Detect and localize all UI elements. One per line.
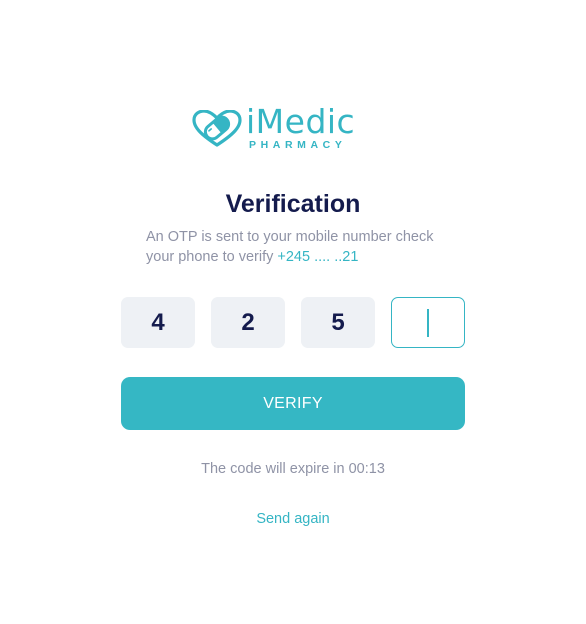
app-logo: iMedic PHARMACY [192, 102, 356, 151]
expiry-countdown: The code will expire in 00:13 [201, 461, 385, 477]
text-cursor [427, 308, 429, 337]
send-again-link[interactable]: Send again [0, 511, 586, 527]
otp-digit-3[interactable]: 5 [301, 297, 375, 348]
verify-button[interactable]: VERIFY [121, 377, 465, 430]
otp-description: An OTP is sent to your mobile number che… [146, 228, 456, 267]
otp-digit-1[interactable]: 4 [121, 297, 195, 348]
otp-input-group: 4 2 5 [121, 297, 465, 348]
heart-pill-logo-icon [192, 109, 242, 147]
brand-tagline: PHARMACY [249, 139, 347, 151]
page-title: Verification [225, 190, 361, 218]
masked-phone-number: +245 .... ..21 [277, 248, 359, 265]
brand-name: iMedic [246, 102, 356, 141]
otp-digit-2[interactable]: 2 [211, 297, 285, 348]
otp-digit-4[interactable] [391, 297, 465, 348]
